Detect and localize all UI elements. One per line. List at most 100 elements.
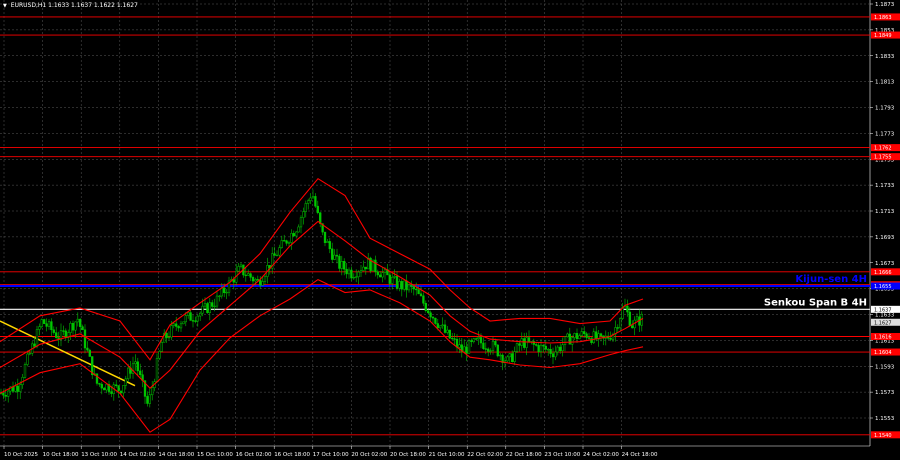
chart-header: ▼ EURUSD,H1 1.1633 1.1637 1.1622 1.1627: [3, 2, 138, 9]
x-tick-label: 20 Oct 18:00: [390, 452, 426, 458]
candle-bull: [513, 351, 516, 362]
x-tick-label: 24 Oct 18:00: [622, 452, 658, 458]
candle-bear: [616, 327, 619, 329]
candle-bull: [340, 261, 343, 269]
candle-bull: [491, 341, 495, 351]
candle-bear: [405, 280, 408, 291]
candle-bear: [331, 248, 334, 260]
dropdown-triangle-icon[interactable]: ▼: [3, 3, 7, 9]
candle-bear: [50, 321, 53, 331]
candle-bear: [424, 302, 427, 311]
candle-bear: [88, 349, 91, 357]
candle-bull: [578, 335, 581, 340]
y-tick-label: 1.1773: [875, 131, 895, 137]
candle-bull: [213, 305, 216, 308]
candle-bull: [23, 364, 27, 378]
candle-bear: [559, 346, 562, 351]
candle-bear: [410, 284, 413, 287]
candle-bull: [333, 254, 336, 260]
candle-bear: [328, 241, 331, 250]
candle-bear: [256, 279, 259, 281]
candle-bull: [38, 326, 41, 330]
candle-bull: [69, 323, 72, 333]
candle-bull: [208, 302, 211, 313]
candle-bull: [352, 276, 355, 279]
candle-bull: [309, 197, 312, 201]
candle-bull: [170, 325, 173, 338]
candle-bull: [489, 350, 492, 352]
candle-bull: [307, 200, 310, 204]
candle-bull: [515, 343, 519, 352]
candle-bear: [400, 281, 403, 290]
candle-bull: [14, 385, 17, 392]
candle-bear: [523, 338, 526, 348]
candle-bear: [117, 385, 120, 392]
candle-bull: [187, 312, 190, 316]
candle-bear: [323, 231, 327, 243]
candle-bear: [251, 277, 255, 282]
candle-bull: [40, 319, 43, 327]
x-tick-label: 13 Oct 10:00: [81, 452, 117, 458]
ohlc-values: 1.1633 1.1637 1.1622 1.1627: [48, 2, 138, 9]
candle-bear: [16, 385, 19, 392]
candle-bear: [244, 274, 247, 277]
candle-bull: [403, 280, 406, 290]
candle-bull: [167, 336, 171, 339]
x-tick-label: 24 Oct 02:00: [583, 452, 619, 458]
candle-bull: [184, 315, 187, 323]
candle-bull: [311, 196, 315, 199]
candle-bull: [566, 333, 569, 337]
candle-bull: [172, 323, 175, 326]
candle-bear: [285, 240, 288, 244]
candle-bear: [4, 395, 7, 397]
candle-bear: [223, 287, 226, 293]
candle-bull: [573, 333, 576, 338]
y-tick-label: 1.1633: [875, 313, 895, 319]
y-tick-label: 1.1833: [875, 54, 895, 60]
x-tick-label: 15 Oct 10:00: [197, 452, 233, 458]
candle-bear: [429, 312, 432, 318]
candle-bull: [506, 356, 509, 362]
senkou-label: Senkou Span B 4H: [764, 297, 867, 308]
candle-bear: [575, 333, 579, 340]
candle-bear: [71, 323, 75, 331]
level-tag: 1.1755: [874, 155, 892, 161]
price-chart[interactable]: 1.18731.18531.18331.18131.17931.17731.17…: [0, 0, 900, 460]
candle-bear: [379, 274, 382, 278]
x-tick-label: 22 Oct 18:00: [506, 452, 542, 458]
candle-bull: [254, 279, 257, 282]
candle-bull: [155, 358, 159, 382]
candle-bull: [148, 394, 151, 404]
candle-bear: [98, 383, 101, 385]
candle-bull: [359, 270, 363, 273]
candle-bear: [628, 311, 631, 326]
candle-bear: [191, 320, 195, 322]
candle-bear: [115, 384, 118, 386]
candle-bear: [595, 331, 598, 340]
candle-bull: [391, 276, 394, 284]
y-tick-label: 1.1873: [875, 2, 895, 8]
x-tick-label: 16 Oct 02:00: [236, 452, 272, 458]
candle-bull: [458, 344, 461, 348]
y-tick-label: 1.1573: [875, 390, 895, 396]
candle-bull: [326, 241, 329, 243]
candle-bear: [443, 324, 447, 333]
x-tick-label: 14 Oct 18:00: [158, 452, 194, 458]
candle-bear: [119, 390, 123, 394]
candle-bear: [43, 319, 46, 324]
candle-bull: [592, 331, 595, 343]
level-tag: 1.1540: [874, 433, 892, 439]
candle-bear: [518, 343, 521, 346]
candle-bear: [79, 318, 82, 327]
candle-bull: [218, 295, 221, 298]
x-tick-label: 16 Oct 18:00: [274, 452, 310, 458]
candle-bear: [33, 343, 36, 347]
candle-bull: [239, 264, 243, 267]
x-tick-label: 17 Oct 10:00: [313, 452, 349, 458]
candle-bear: [81, 326, 84, 331]
candle-bull: [199, 312, 202, 317]
candle-bear: [110, 391, 113, 394]
candle-bull: [393, 275, 396, 278]
level-tag: 1.1762: [874, 146, 892, 152]
candle-bear: [475, 338, 478, 340]
